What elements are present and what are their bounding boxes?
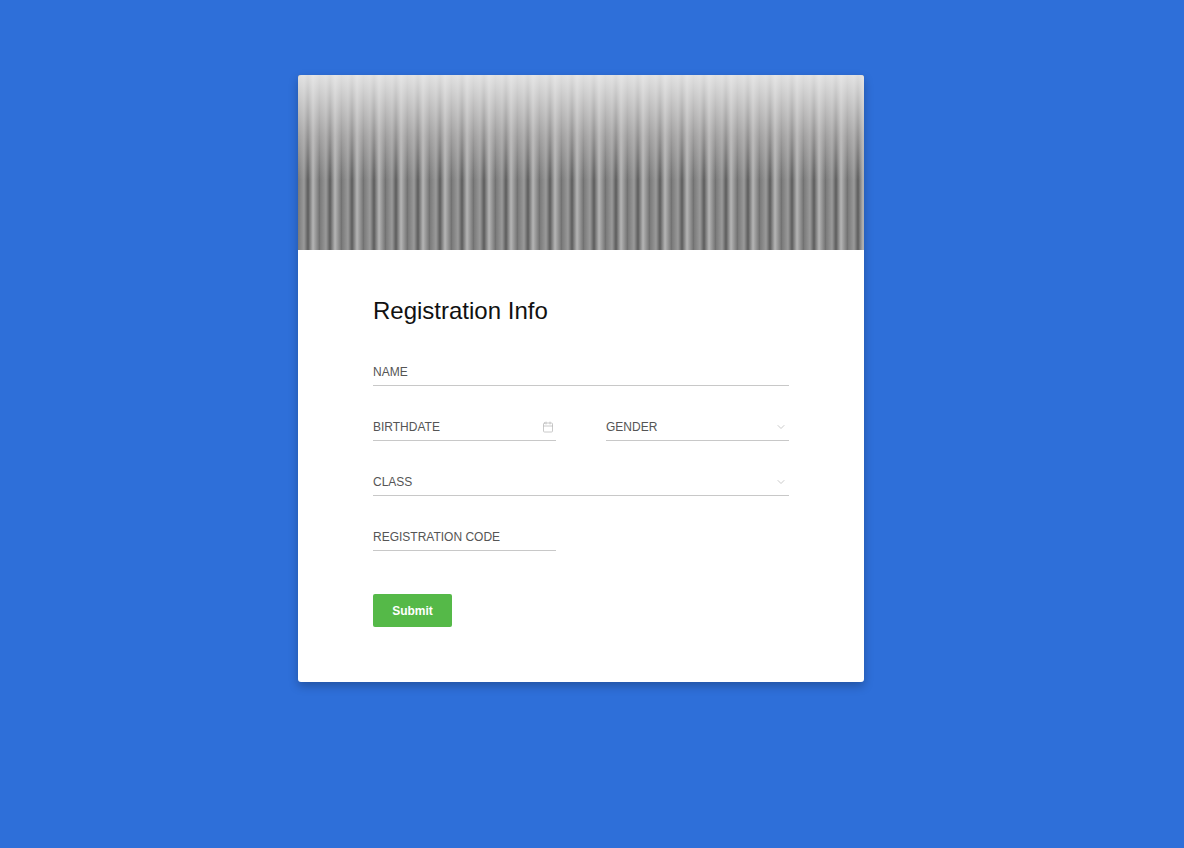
class-field[interactable]: CLASS: [373, 472, 789, 496]
name-field[interactable]: NAME: [373, 362, 789, 386]
chevron-down-icon[interactable]: [775, 476, 787, 488]
registration-code-field[interactable]: REGISTRATION CODE: [373, 527, 556, 551]
field-label: REGISTRATION CODE: [373, 530, 500, 544]
registration-card: Registration Info NAME BIRTHDATE GENDER CLAS…: [298, 75, 864, 682]
chevron-down-icon[interactable]: [775, 421, 787, 433]
form-content: Registration Info NAME BIRTHDATE GENDER CLAS…: [298, 250, 864, 682]
field-label: CLASS: [373, 475, 412, 489]
gender-field[interactable]: GENDER: [606, 417, 789, 441]
calendar-icon[interactable]: [542, 421, 554, 433]
field-label: BIRTHDATE: [373, 420, 440, 434]
field-label: GENDER: [606, 420, 657, 434]
birthdate-field[interactable]: BIRTHDATE: [373, 417, 556, 441]
page: Registration Info NAME BIRTHDATE GENDER CLAS…: [0, 0, 1184, 848]
city-photo: [298, 75, 864, 250]
form-title: Registration Info: [373, 297, 789, 325]
field-label: NAME: [373, 365, 408, 379]
field-grid: NAME BIRTHDATE GENDER CLASS REGISTRATION COD…: [373, 362, 789, 551]
submit-button[interactable]: Submit: [373, 594, 452, 627]
